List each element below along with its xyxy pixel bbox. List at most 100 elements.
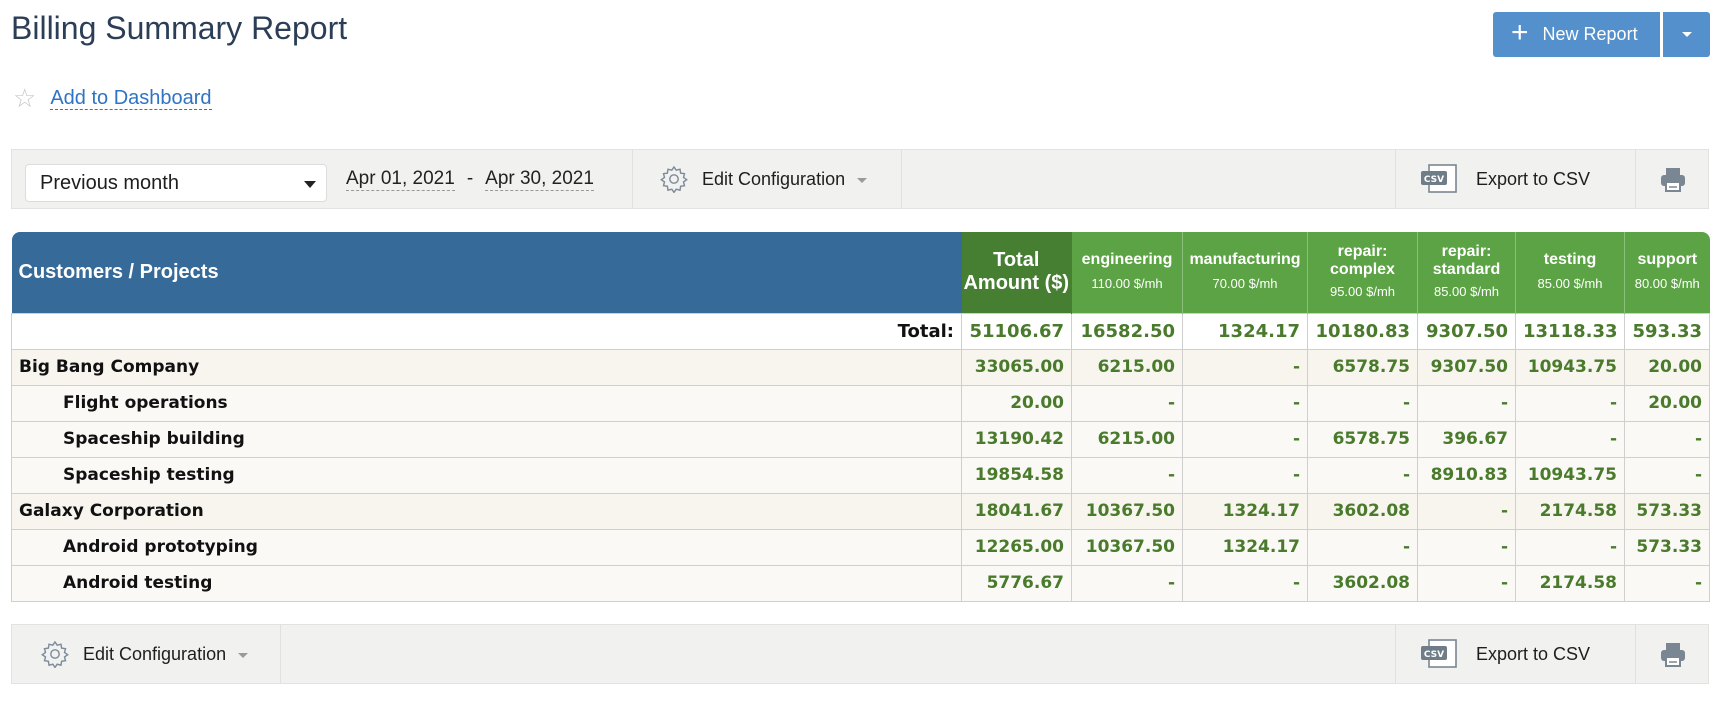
- project-name[interactable]: Spaceship building: [11, 420, 962, 458]
- date-from-field[interactable]: Apr 01, 2021: [346, 168, 455, 191]
- activity-rate: 110.00 $/mh: [1091, 276, 1163, 292]
- amount-cell: -: [1515, 420, 1625, 458]
- amount-cell: 9307.50: [1417, 348, 1516, 386]
- amount-cell: -: [1624, 564, 1710, 602]
- activity-name: repair: standard: [1432, 243, 1501, 279]
- column-header-activity[interactable]: support 80.00 $/mh: [1624, 232, 1710, 313]
- amount-cell: 1324.17: [1182, 528, 1308, 566]
- amount-cell: -: [1515, 528, 1625, 566]
- edit-configuration-label: Edit Configuration: [702, 168, 846, 189]
- amount-cell: 6578.75: [1307, 348, 1418, 386]
- amount-cell: 396.67: [1417, 420, 1516, 458]
- amount-cell: -: [1182, 348, 1308, 386]
- report-toolbar-top: Previous month Apr 01, 2021 - Apr 30, 20…: [11, 149, 1709, 209]
- amount-cell: 19854.58: [961, 456, 1072, 494]
- activity-rate: 85.00 $/mh: [1433, 284, 1500, 300]
- column-header-activity[interactable]: engineering 110.00 $/mh: [1071, 232, 1183, 313]
- add-to-dashboard: ☆ Add to Dashboard: [13, 85, 212, 111]
- total-cell: 13118.33: [1515, 312, 1625, 350]
- gear-icon: [660, 165, 688, 193]
- star-icon[interactable]: ☆: [13, 85, 36, 111]
- edit-configuration-button[interactable]: Edit Configuration: [41, 625, 249, 683]
- csv-file-icon: CSV: [1421, 639, 1457, 668]
- column-header-activity[interactable]: manufacturing 70.00 $/mh: [1182, 232, 1308, 313]
- amount-cell: 2174.58: [1515, 492, 1625, 530]
- print-button[interactable]: [1659, 625, 1687, 683]
- page-title: Billing Summary Report: [11, 10, 348, 46]
- amount-cell: 20.00: [1624, 384, 1710, 422]
- amount-cell: -: [1071, 384, 1183, 422]
- column-header-total-amount[interactable]: Total Amount ($): [961, 232, 1072, 313]
- export-csv-button[interactable]: CSV Export to CSV: [1420, 625, 1590, 683]
- amount-cell: -: [1307, 456, 1418, 494]
- amount-cell: -: [1307, 528, 1418, 566]
- column-header-customers-projects[interactable]: Customers / Projects: [11, 232, 962, 313]
- chevron-down-icon: [1681, 32, 1692, 37]
- new-report-label: New Report: [1542, 24, 1638, 44]
- project-name[interactable]: Spaceship testing: [11, 456, 962, 494]
- activity-name: testing: [1543, 251, 1597, 269]
- amount-cell: -: [1417, 564, 1516, 602]
- edit-configuration-button[interactable]: Edit Configuration: [660, 150, 868, 208]
- amount-cell: -: [1515, 384, 1625, 422]
- customer-row: Galaxy Corporation 18041.67 10367.50 1324.1…: [11, 492, 1710, 530]
- amount-cell: 1324.17: [1182, 492, 1308, 530]
- activity-name: repair: complex: [1330, 243, 1395, 279]
- amount-cell: -: [1307, 384, 1418, 422]
- period-select[interactable]: Previous month: [25, 164, 327, 202]
- new-report-dropdown-button[interactable]: [1663, 12, 1710, 57]
- project-name[interactable]: Flight operations: [11, 384, 962, 422]
- total-cell: 16582.50: [1071, 312, 1183, 350]
- project-name[interactable]: Android prototyping: [11, 528, 962, 566]
- column-header-activity[interactable]: testing 85.00 $/mh: [1515, 232, 1625, 313]
- date-separator: -: [466, 168, 474, 189]
- new-report-button[interactable]: + New Report: [1493, 12, 1660, 57]
- amount-cell: 573.33: [1624, 528, 1710, 566]
- total-label: Total:: [11, 312, 962, 350]
- toolbar-divider: [1395, 150, 1396, 208]
- amount-cell: -: [1417, 384, 1516, 422]
- activity-rate: 85.00 $/mh: [1537, 276, 1603, 292]
- gear-icon: [41, 640, 69, 668]
- amount-cell: 10367.50: [1071, 528, 1183, 566]
- amount-cell: -: [1071, 564, 1183, 602]
- project-name[interactable]: Android testing: [11, 564, 962, 602]
- amount-cell: -: [1182, 384, 1308, 422]
- amount-cell: -: [1624, 456, 1710, 494]
- csv-file-icon: CSV: [1421, 164, 1457, 193]
- period-select-value: Previous month: [40, 171, 179, 194]
- customer-name[interactable]: Big Bang Company: [11, 348, 962, 386]
- date-range: Apr 01, 2021 - Apr 30, 2021: [346, 150, 594, 208]
- amount-cell: 573.33: [1624, 492, 1710, 530]
- customer-name[interactable]: Galaxy Corporation: [11, 492, 962, 530]
- export-csv-label: Export to CSV: [1476, 168, 1591, 189]
- amount-cell: -: [1417, 528, 1516, 566]
- amount-cell: 10943.75: [1515, 348, 1625, 386]
- column-header-activity[interactable]: repair: complex 95.00 $/mh: [1307, 232, 1418, 313]
- billing-summary-table: Customers / Projects Total Amount ($) en…: [11, 232, 1710, 602]
- amount-cell: 6215.00: [1071, 348, 1183, 386]
- customer-row: Big Bang Company 33065.00 6215.00-6578.75 9…: [11, 348, 1710, 386]
- amount-cell: -: [1182, 564, 1308, 602]
- caret-down-icon: [304, 181, 316, 188]
- amount-cell: 3602.08: [1307, 564, 1418, 602]
- add-to-dashboard-link[interactable]: Add to Dashboard: [50, 87, 212, 110]
- toolbar-divider: [1395, 625, 1396, 683]
- export-csv-button[interactable]: CSV Export to CSV: [1420, 150, 1590, 208]
- amount-cell: 12265.00: [961, 528, 1072, 566]
- caret-down-icon: [238, 653, 249, 658]
- project-row: Android testing 5776.67- -3602.08-2174.58-: [11, 564, 1710, 602]
- toolbar-divider: [1635, 625, 1636, 683]
- amount-cell: 18041.67: [961, 492, 1072, 530]
- date-to-field[interactable]: Apr 30, 2021: [485, 168, 594, 191]
- activity-name: manufacturing: [1189, 251, 1301, 269]
- activity-rate: 80.00 $/mh: [1634, 276, 1700, 292]
- plus-icon: +: [1511, 16, 1529, 49]
- print-button[interactable]: [1659, 150, 1687, 208]
- amount-cell: 20.00: [1624, 348, 1710, 386]
- column-header-activity[interactable]: repair: standard 85.00 $/mh: [1417, 232, 1516, 313]
- project-row: Flight operations 20.00- - - - -20.00: [11, 384, 1710, 422]
- toolbar-divider: [632, 150, 633, 208]
- total-cell: 10180.83: [1307, 312, 1418, 350]
- svg-text:CSV: CSV: [1424, 650, 1444, 660]
